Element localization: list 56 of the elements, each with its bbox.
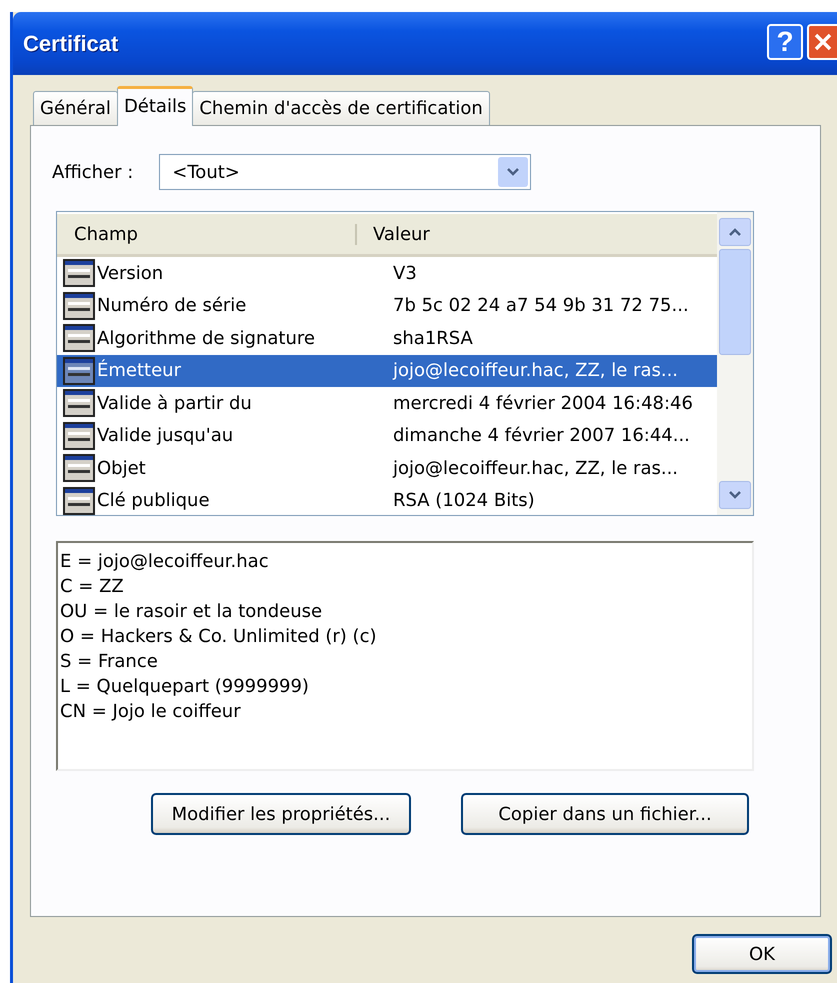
detail-line: OU = le rasoir et la tondeuse <box>60 600 324 624</box>
field-name: Objet <box>97 458 147 479</box>
detail-line: S = France <box>60 650 159 674</box>
field-value: jojo@lecoiffeur.hac, ZZ, le ras... <box>393 360 678 382</box>
field-name: Version <box>97 262 164 284</box>
window-icon <box>63 454 95 482</box>
detail-line: CN = Jojo le coiffeur <box>60 700 242 724</box>
field-value: sha1RSA <box>393 328 473 349</box>
window-icon <box>63 422 95 450</box>
list-row[interactable]: Clé publique RSA (1024 Bits) <box>57 484 717 515</box>
tab[interactable]: Chemin d'accès de certification <box>192 91 490 125</box>
field-value: jojo@lecoiffeur.hac, ZZ, le ras... <box>393 458 678 479</box>
detail-line: O = Hackers & Co. Unlimited (r) (c) <box>60 625 378 649</box>
field-name: Valide jusqu'au <box>97 425 234 446</box>
tab[interactable]: Général <box>33 91 118 125</box>
list-row[interactable]: Algorithme de signature sha1RSA <box>57 322 717 354</box>
scroll-thumb[interactable] <box>719 249 751 355</box>
list-row[interactable]: Objet jojo@lecoiffeur.hac, ZZ, le ras... <box>57 452 717 484</box>
column-header[interactable]: Valeur <box>357 224 430 244</box>
field-value: dimanche 4 février 2007 16:44... <box>393 425 690 446</box>
window-icon <box>63 356 95 385</box>
field-value: RSA (1024 Bits) <box>393 490 535 512</box>
list-row[interactable]: Version V3 <box>57 257 717 290</box>
field-value: 7b 5c 02 24 a7 54 9b 31 72 75... <box>393 295 689 316</box>
help-button[interactable]: ? <box>767 24 803 60</box>
window-icon <box>63 324 95 352</box>
field-name: Clé publique <box>97 490 211 512</box>
scroll-down-icon[interactable] <box>719 481 751 509</box>
list-row[interactable]: Numéro de série 7b 5c 02 24 a7 54 9b 31 72 75... <box>57 290 717 322</box>
show-label: Afficher : <box>52 162 134 182</box>
list-row[interactable]: Valide jusqu'au dimanche 4 février 2007 16:44... <box>57 420 717 452</box>
list-row[interactable]: Émetteur jojo@lecoiffeur.hac, ZZ, le ras... <box>57 354 717 387</box>
field-name: Émetteur <box>97 360 182 382</box>
list-row[interactable]: Valide à partir du mercredi 4 février 2004 16:48:46 <box>57 387 717 420</box>
window-icon <box>63 259 95 288</box>
field-name: Algorithme de signature <box>97 328 316 349</box>
field-value: V3 <box>393 262 417 284</box>
action-button[interactable]: Modifier les propriétés... <box>151 793 411 835</box>
window-icon <box>63 292 95 320</box>
column-header[interactable]: Champ <box>57 224 357 244</box>
field-name: Numéro de série <box>97 295 248 316</box>
detail-line: L = Quelquepart (9999999) <box>60 675 310 699</box>
tab[interactable]: Détails <box>116 86 194 126</box>
detail-line: E = jojo@lecoiffeur.hac <box>60 550 270 574</box>
show-dropdown[interactable]: <Tout> <box>159 154 532 190</box>
ok-button[interactable]: OK <box>692 934 832 974</box>
scrollbar[interactable] <box>717 212 753 515</box>
detail-line: C = ZZ <box>60 575 125 599</box>
window-title: Certificat <box>23 30 118 56</box>
close-button[interactable] <box>807 24 837 60</box>
scroll-up-icon[interactable] <box>719 218 751 246</box>
details-box[interactable]: E = jojo@lecoiffeur.hac C = ZZ OU = le rasoir et la tondeuse O = Hackers & Co. Unlimited (r) (c) S = France L = Quelquepart (9999999) CN = Jojo le coiffeur <box>56 541 754 771</box>
action-button[interactable]: Copier dans un fichier... <box>461 793 749 835</box>
field-value: mercredi 4 février 2004 16:48:46 <box>393 392 693 414</box>
window-icon <box>63 389 95 418</box>
field-name: Valide à partir du <box>97 392 253 414</box>
